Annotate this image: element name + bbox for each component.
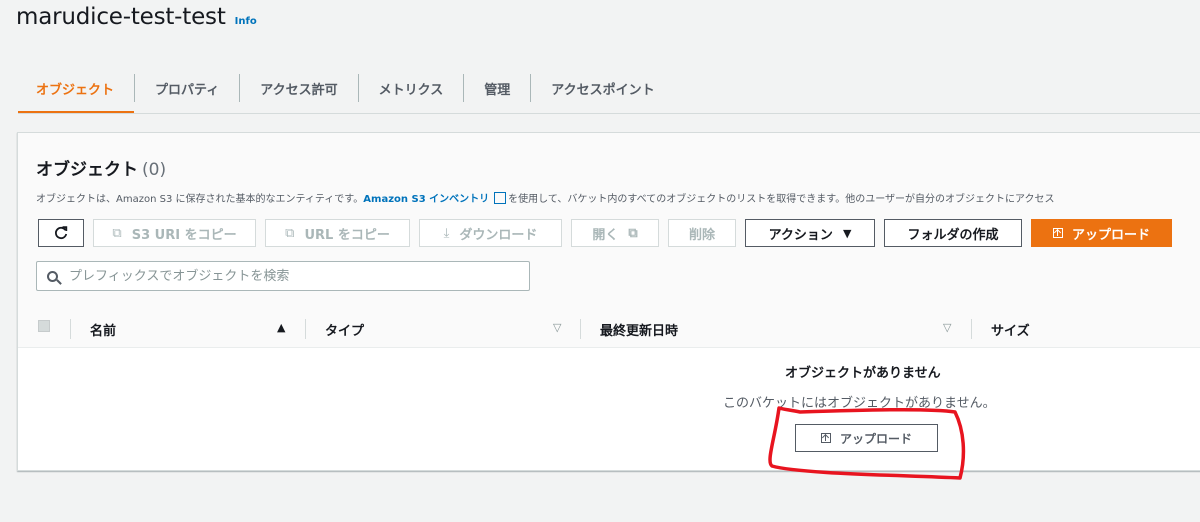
delete-label: 削除 (688, 227, 715, 243)
empty-state-upload-label: アップロード (839, 431, 912, 446)
download-icon: ⤓ (443, 225, 450, 241)
column-divider (971, 319, 972, 339)
column-divider (580, 319, 581, 339)
actions-dropdown[interactable]: アクション ▼ (745, 219, 875, 247)
refresh-button[interactable] (38, 219, 84, 247)
copy-url-label: URL をコピー (304, 227, 390, 243)
sort-ascending-icon[interactable]: ▲ (277, 321, 285, 334)
copy-url-button[interactable]: ⧉ URL をコピー (265, 219, 410, 247)
objects-panel: オブジェクト (0) オブジェクトは、Amazon S3 に保存された基本的なエン… (17, 132, 1200, 471)
info-link[interactable]: Info (235, 16, 257, 27)
tab-objects[interactable]: オブジェクト (18, 62, 135, 114)
page-header: marudice-test-test Info (16, 4, 257, 30)
copy-icon: ⧉ (285, 225, 295, 241)
column-name[interactable]: 名前 (90, 320, 116, 339)
description-suffix: を使用して、バケット内のすべてのオブジェクトのリストを取得できます。他のユーザー… (508, 194, 1055, 205)
tab-management[interactable]: 管理 (464, 62, 530, 114)
select-all-checkbox[interactable] (38, 320, 50, 332)
copy-s3-uri-label: S3 URI をコピー (131, 227, 237, 243)
open-label: 開く (592, 227, 619, 243)
download-label: ダウンロード (459, 227, 538, 243)
tab-permissions[interactable]: アクセス許可 (240, 62, 357, 114)
page-title: marudice-test-test (16, 4, 226, 30)
create-folder-label: フォルダの作成 (907, 227, 999, 243)
external-link-icon: ⧉ (628, 225, 638, 241)
empty-state-heading: オブジェクトがありません (785, 366, 941, 381)
column-last-modified[interactable]: 最終更新日時 (600, 320, 678, 339)
upload-button[interactable]: アップロード (1031, 219, 1172, 247)
refresh-icon (55, 226, 68, 240)
tabs-underline (18, 113, 1200, 114)
objects-panel-header: オブジェクト (0) オブジェクトは、Amazon S3 に保存された基本的なエン… (18, 133, 1200, 310)
panel-title-text: オブジェクト (36, 160, 138, 180)
upload-icon (820, 433, 831, 443)
column-type[interactable]: タイプ (325, 320, 364, 339)
copy-s3-uri-button[interactable]: ⧉ S3 URI をコピー (93, 219, 256, 247)
panel-title: オブジェクト (0) (36, 155, 166, 180)
actions-label: アクション (768, 227, 833, 243)
empty-state-upload-button[interactable]: アップロード (795, 424, 938, 452)
object-count: (0) (142, 160, 167, 180)
search-icon (47, 270, 58, 282)
download-button[interactable]: ⤓ ダウンロード (419, 219, 562, 247)
copy-icon: ⧉ (112, 225, 122, 241)
inventory-link[interactable]: Amazon S3 インベントリ (363, 194, 489, 205)
tab-metrics[interactable]: メトリクス (359, 62, 464, 114)
delete-button[interactable]: 削除 (668, 219, 736, 247)
caret-down-icon: ▼ (842, 226, 852, 240)
column-divider (70, 319, 71, 339)
tab-access-points[interactable]: アクセスポイント (531, 62, 674, 114)
sort-icon[interactable]: ▽ (943, 321, 951, 334)
panel-description: オブジェクトは、Amazon S3 に保存された基本的なエンティティです。Ama… (36, 190, 1055, 205)
upload-icon (1052, 228, 1063, 238)
tab-properties[interactable]: プロパティ (135, 62, 239, 114)
upload-label: アップロード (1071, 227, 1150, 243)
sort-icon[interactable]: ▽ (553, 321, 561, 334)
search-input[interactable] (67, 267, 511, 285)
column-divider (305, 319, 306, 339)
search-box (36, 261, 530, 291)
table-header: 名前 ▲ タイプ ▽ 最終更新日時 ▽ サイズ (18, 309, 1200, 348)
column-size[interactable]: サイズ (991, 320, 1030, 339)
tab-bar: オブジェクト プロパティ アクセス許可 メトリクス 管理 アクセスポイント (18, 62, 675, 114)
external-link-icon (494, 192, 507, 204)
open-button[interactable]: 開く ⧉ (571, 219, 659, 247)
create-folder-button[interactable]: フォルダの作成 (884, 219, 1022, 247)
empty-state-message: このバケットにはオブジェクトがありません。 (723, 396, 996, 411)
description-prefix: オブジェクトは、Amazon S3 に保存された基本的なエンティティです。 (36, 194, 364, 205)
